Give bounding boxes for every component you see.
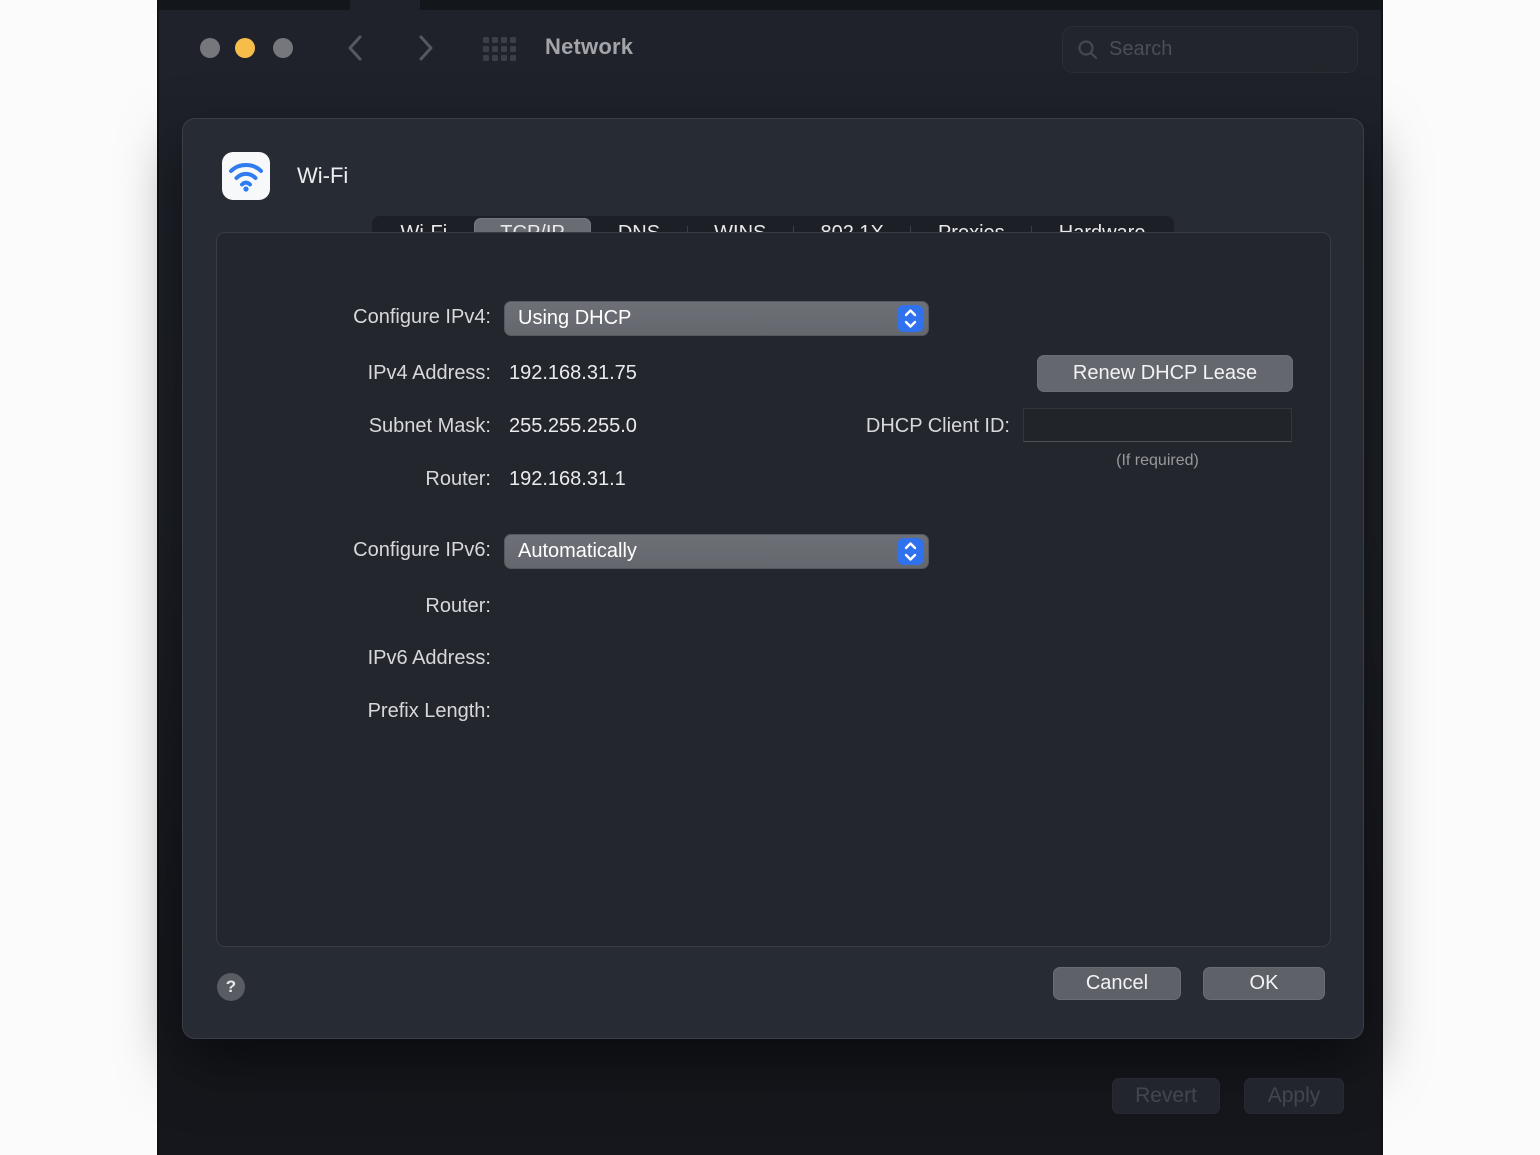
search-input[interactable]: Search [1062,26,1358,73]
tcpip-panel: Configure IPv4: Using DHCP IPv4 Address:… [216,232,1331,947]
configure-ipv6-value: Automatically [518,540,897,563]
close-button[interactable] [200,38,220,58]
ipv4-router-label: Router: [217,468,491,491]
service-title: Wi-Fi [297,163,348,189]
dhcp-client-id-field[interactable] [1023,408,1292,442]
wifi-settings-sheet: Wi-Fi Wi-Fi TCP/IP DNS WINS 802.1X Proxi… [182,118,1364,1039]
dhcp-client-id-label: DHCP Client ID: [866,415,1010,438]
help-button[interactable]: ? [217,973,245,1001]
forward-icon[interactable] [413,34,439,62]
ipv4-router-value: 192.168.31.1 [509,468,626,491]
configure-ipv4-dropdown[interactable]: Using DHCP [504,301,929,336]
window-title: Network [545,34,633,60]
configure-ipv4-value: Using DHCP [518,307,897,330]
dropdown-stepper-icon [897,538,924,565]
network-preferences-window: Network Search Wi-Fi Wi-Fi [157,0,1383,1155]
search-placeholder: Search [1109,38,1172,61]
configure-ipv6-label: Configure IPv6: [217,539,491,562]
renew-dhcp-lease-button[interactable]: Renew DHCP Lease [1037,355,1293,392]
zoom-button[interactable] [273,38,293,58]
subnet-mask-label: Subnet Mask: [217,415,491,438]
minimize-button[interactable] [235,38,255,58]
search-icon [1077,39,1099,61]
ipv4-address-value: 192.168.31.75 [509,362,637,385]
if-required-note: (If required) [1023,452,1292,470]
show-all-grid-icon[interactable] [483,37,520,65]
configure-ipv4-label: Configure IPv4: [217,306,491,329]
titlebar: Network Search [159,0,1381,97]
ipv4-address-label: IPv4 Address: [217,362,491,385]
wifi-icon [222,152,270,200]
subnet-mask-value: 255.255.255.0 [509,415,637,438]
ipv6-router-label: Router: [217,595,491,618]
ok-button[interactable]: OK [1203,967,1325,1000]
prefix-length-label: Prefix Length: [217,700,491,723]
cancel-button[interactable]: Cancel [1053,967,1181,1000]
dropdown-stepper-icon [897,305,924,332]
revert-button: Revert [1112,1078,1220,1114]
ipv6-address-label: IPv6 Address: [217,647,491,670]
configure-ipv6-dropdown[interactable]: Automatically [504,534,929,569]
back-icon[interactable] [342,34,368,62]
apply-button: Apply [1244,1078,1344,1114]
